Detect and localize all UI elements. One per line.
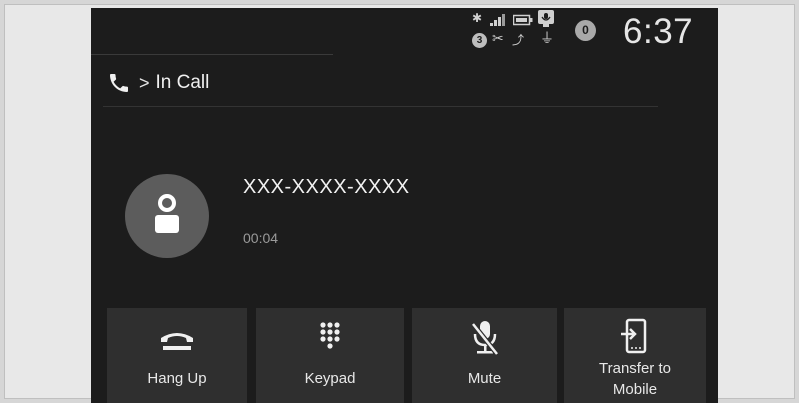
transfer-label-line1: Transfer to [599, 360, 671, 377]
hang-up-button[interactable]: Hang Up [107, 308, 247, 403]
battery-icon [513, 14, 533, 26]
transfer-to-mobile-button[interactable]: Transfer to Mobile [564, 308, 706, 403]
notification-badge[interactable]: 0 [575, 20, 596, 41]
header-divider [103, 106, 658, 107]
mute-icon [470, 321, 499, 356]
person-icon [155, 194, 179, 233]
transfer-label: Transfer to Mobile [564, 358, 706, 400]
page-header: > In Call [107, 63, 209, 103]
status-icons: ✱ 3 ✂ ⤴ ⏚ [472, 10, 567, 50]
voice-icon [538, 10, 554, 27]
status-divider [91, 54, 333, 55]
mute-button[interactable]: Mute [412, 308, 557, 403]
mute-label: Mute [467, 370, 502, 387]
transfer-to-mobile-icon [621, 318, 647, 354]
bluetooth-audio-icon: ✂ [492, 31, 504, 47]
page-title: In Call [155, 72, 210, 93]
phone-icon [110, 74, 128, 92]
usb-icon: ⏚ [540, 31, 554, 47]
infotainment-screen: ✱ 3 ✂ ⤴ ⏚ 0 6:37 > In Call XXX-XXXX-XXXX… [91, 8, 718, 403]
breadcrumb-chevron: > [139, 72, 150, 93]
keypad-icon [320, 322, 340, 349]
hang-up-icon [161, 333, 193, 350]
signal-icon [490, 14, 505, 26]
avatar [125, 174, 209, 258]
caller-number: XXX-XXXX-XXXX [243, 176, 410, 198]
keypad-button[interactable]: Keypad [256, 308, 404, 403]
roaming-icon: ⤴ [512, 33, 525, 47]
transfer-label-line2: Mobile [612, 381, 658, 398]
hang-up-label: Hang Up [147, 370, 207, 387]
call-controls: Hang Up Keypad Mute Transfer to Mobile [107, 308, 706, 403]
call-duration: 00:04 [243, 230, 279, 246]
keypad-label: Keypad [304, 370, 356, 387]
clock: 6:37 [623, 12, 694, 51]
bluetooth-icon: ✱ [472, 11, 483, 25]
badge-number: 3 [472, 33, 487, 48]
